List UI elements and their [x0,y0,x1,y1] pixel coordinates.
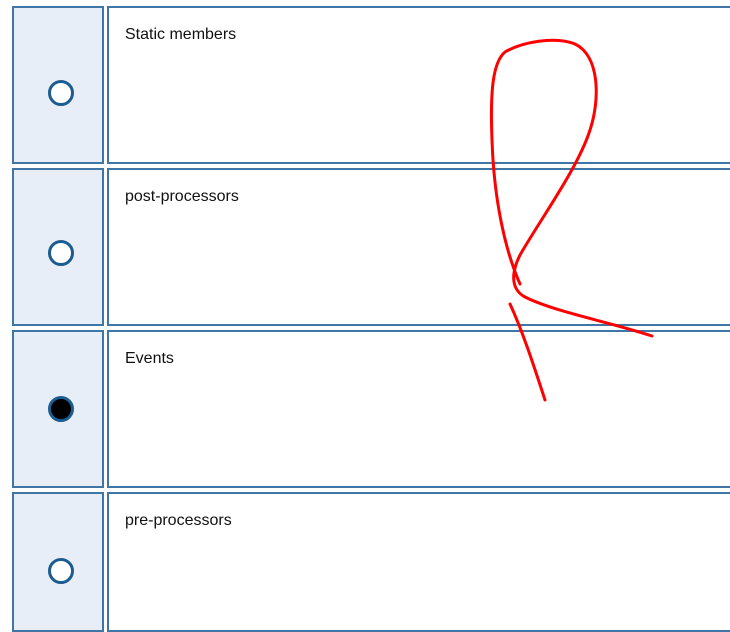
option-radio-cell-events[interactable] [12,330,104,488]
option-radio-cell-static-members[interactable] [12,6,104,164]
radio-button-pre-processors[interactable] [48,558,74,584]
option-label-static-members: Static members [125,26,237,43]
option-text-cell-events[interactable]: Events [107,330,730,488]
option-radio-cell-post-processors[interactable] [12,168,104,326]
radio-button-post-processors[interactable] [48,240,74,266]
option-text-cell-static-members[interactable]: Static members [107,6,730,164]
answer-options-list: Static members post-processors Events pr… [0,0,730,632]
option-text-cell-pre-processors[interactable]: pre-processors [107,492,730,632]
option-radio-cell-pre-processors[interactable] [12,492,104,632]
radio-button-static-members[interactable] [48,80,74,106]
option-label-post-processors: post-processors [125,188,239,205]
option-label-pre-processors: pre-processors [125,512,232,529]
radio-button-events[interactable] [48,396,74,422]
option-text-cell-post-processors[interactable]: post-processors [107,168,730,326]
option-label-events: Events [125,350,174,367]
